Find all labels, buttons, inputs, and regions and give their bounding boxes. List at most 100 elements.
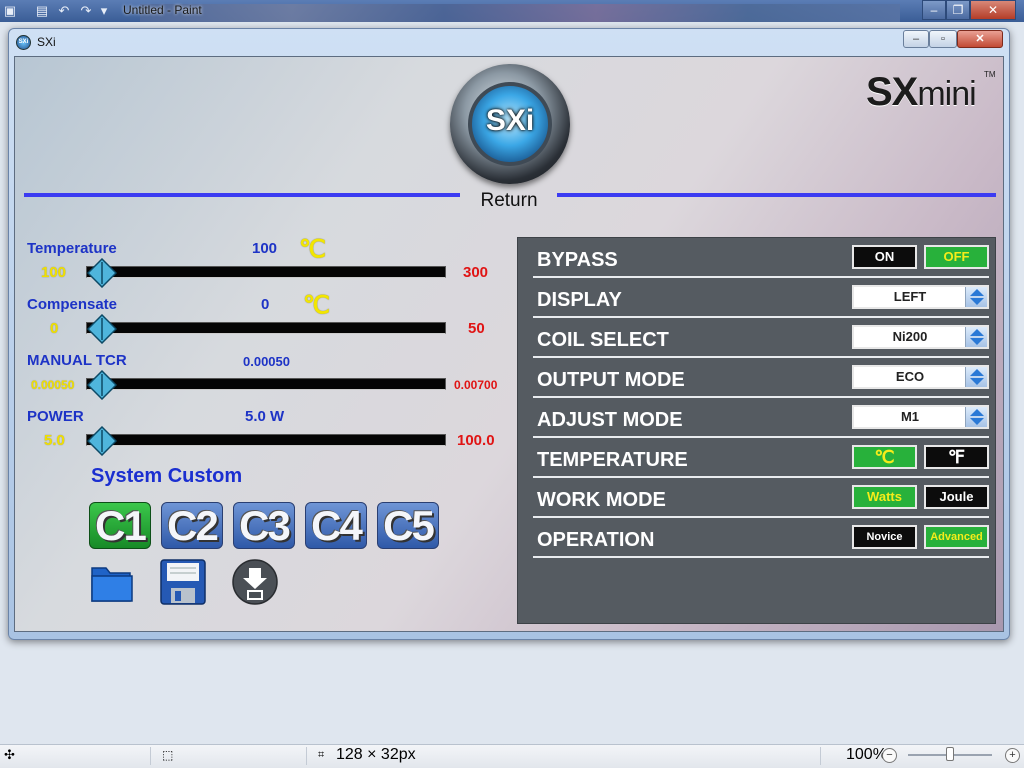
adjust-mode-label: ADJUST MODE [537, 409, 683, 431]
brand-sub: mini [917, 75, 976, 113]
sxi-maximize-button[interactable]: ▫ [929, 30, 957, 48]
brand-trademark: TM [984, 70, 996, 79]
manual-tcr-value: 0.00050 [243, 354, 290, 369]
manual-tcr-max: 0.00700 [454, 378, 498, 392]
temperature-max: 300 [463, 264, 489, 281]
paint-app-icon[interactable]: ▣ [2, 3, 18, 19]
compensate-label: Compensate [27, 296, 118, 313]
display-select[interactable]: LEFT [852, 285, 989, 309]
status-divider [306, 747, 307, 765]
output-mode-select[interactable]: ECO [852, 365, 989, 389]
watts-button[interactable]: Watts [852, 485, 917, 509]
paint-window-title: Untitled - Paint [123, 3, 202, 17]
manual-tcr-label: MANUAL TCR [27, 352, 127, 369]
joule-button[interactable]: Joule [924, 485, 989, 509]
coil-select-select[interactable]: Ni200 [852, 325, 989, 349]
row-divider [533, 396, 989, 398]
celsius-button[interactable]: ℃ [852, 445, 917, 469]
temperature-unit: ℃ [299, 236, 326, 263]
paint-save-icon[interactable]: ▤ [34, 3, 50, 19]
advanced-button[interactable]: Advanced [924, 525, 989, 549]
brand-main: SX [866, 70, 918, 114]
compensate-value: 0 [261, 296, 270, 313]
temperature-slider-thumb[interactable] [87, 258, 117, 288]
custom-c1-button[interactable]: C1 [89, 502, 151, 549]
custom-c3-button[interactable]: C3 [233, 502, 295, 549]
row-divider [533, 276, 989, 278]
status-divider [150, 747, 151, 765]
taskbar-strip [140, 4, 900, 22]
compensate-max: 50 [468, 320, 485, 337]
compensate-slider-thumb[interactable] [87, 314, 117, 344]
bypass-label: BYPASS [537, 249, 618, 271]
custom-c2-button[interactable]: C2 [161, 502, 223, 549]
row-divider [533, 516, 989, 518]
sxi-close-button[interactable]: ✕ [957, 30, 1003, 48]
paint-undo-icon[interactable]: ↶ [56, 3, 72, 19]
row-divider [533, 476, 989, 478]
temperature-value: 100 [252, 240, 278, 257]
zoom-level: 100% [846, 746, 887, 763]
row-divider [533, 436, 989, 438]
compensate-slider-track[interactable] [86, 322, 446, 334]
power-max: 100.0 [457, 432, 495, 449]
slider-thumb-icon [87, 258, 117, 288]
display-value: LEFT [893, 289, 927, 304]
power-slider-thumb[interactable] [87, 426, 117, 456]
slider-thumb-icon [87, 314, 117, 344]
paint-quick-access-dropdown-icon[interactable]: ▾ [96, 3, 112, 19]
zoom-slider-thumb[interactable] [946, 747, 954, 761]
sxi-minimize-button[interactable]: – [903, 30, 929, 48]
download-icon[interactable] [231, 558, 279, 606]
fahrenheit-button[interactable]: ℉ [924, 445, 989, 469]
sxi-window-title: SXi [37, 35, 56, 49]
adjust-mode-select[interactable]: M1 [852, 405, 989, 429]
adjust-mode-value: M1 [900, 409, 920, 424]
temperature-min: 100 [41, 264, 67, 281]
row-divider [533, 356, 989, 358]
save-icon[interactable] [159, 558, 207, 606]
paint-minimize-button[interactable]: – [922, 0, 946, 20]
selection-icon: ⬚ [162, 748, 174, 762]
selection-size-icon: ⌗ [318, 749, 325, 761]
row-divider [533, 316, 989, 318]
row-divider [533, 556, 989, 558]
manual-tcr-slider-track[interactable] [86, 378, 446, 390]
sxmini-brand-logo: SXmini [866, 70, 977, 115]
paint-maximize-button[interactable]: ❐ [946, 0, 970, 20]
spinner-arrows-icon[interactable] [965, 327, 987, 347]
slider-thumb-icon [87, 426, 117, 456]
return-button[interactable]: Return [470, 190, 548, 212]
status-divider [820, 747, 821, 765]
compensate-unit: ℃ [303, 292, 330, 319]
coil-select-value: Ni200 [892, 329, 928, 344]
display-label: DISPLAY [537, 289, 622, 311]
zoom-out-icon[interactable]: − [882, 748, 897, 763]
slider-thumb-icon [87, 370, 117, 400]
coil-select-label: COIL SELECT [537, 329, 669, 351]
paint-redo-icon[interactable]: ↷ [78, 3, 94, 19]
power-slider-track[interactable] [86, 434, 446, 446]
novice-button[interactable]: Novice [852, 525, 917, 549]
header-divider-right [557, 193, 996, 197]
bypass-off-button[interactable]: OFF [924, 245, 989, 269]
selection-size: 128 × 32px [336, 746, 416, 763]
folder-icon[interactable] [88, 558, 136, 606]
custom-c5-button[interactable]: C5 [377, 502, 439, 549]
spinner-arrows-icon[interactable] [965, 407, 987, 427]
work-mode-label: WORK MODE [537, 489, 666, 511]
temperature-label: Temperature [27, 240, 117, 257]
paint-close-button[interactable]: ✕ [970, 0, 1016, 20]
spinner-arrows-icon[interactable] [965, 287, 987, 307]
spinner-arrows-icon[interactable] [965, 367, 987, 387]
manual-tcr-slider-thumb[interactable] [87, 370, 117, 400]
sxi-logo-text: SXi [485, 104, 535, 137]
bypass-on-button[interactable]: ON [852, 245, 917, 269]
manual-tcr-min: 0.00050 [31, 378, 75, 392]
temperature-slider-track[interactable] [86, 266, 446, 278]
custom-c4-button[interactable]: C4 [305, 502, 367, 549]
zoom-in-icon[interactable]: + [1005, 748, 1020, 763]
sxi-app-icon: SXi [16, 35, 31, 50]
power-label: POWER [27, 408, 84, 425]
cursor-position-icon: ✣ [4, 747, 15, 762]
